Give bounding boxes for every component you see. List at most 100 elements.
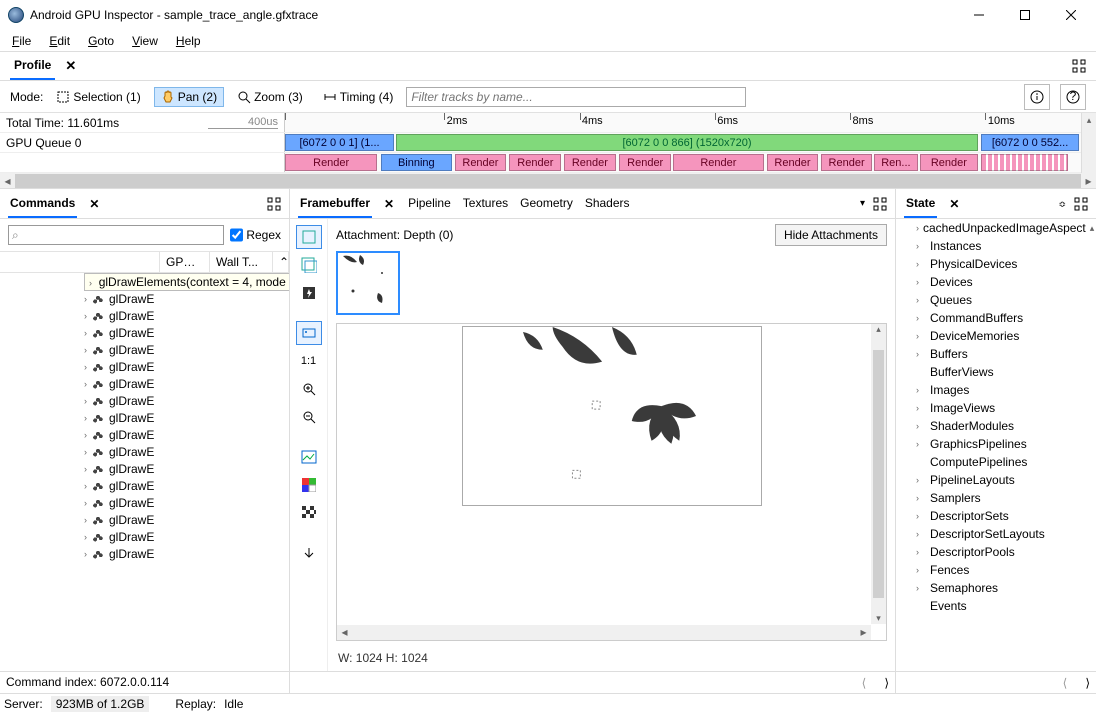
tool-rect[interactable] xyxy=(296,225,322,249)
menu-file[interactable]: File xyxy=(4,32,39,50)
prev-icon[interactable]: ⟨ xyxy=(1063,676,1068,690)
tool-fit[interactable] xyxy=(296,321,322,345)
fullscreen-icon[interactable] xyxy=(1072,59,1086,73)
render-segment[interactable]: Render xyxy=(821,154,873,171)
tab-profile-close[interactable]: ✕ xyxy=(65,58,76,74)
tool-flash[interactable] xyxy=(296,281,322,305)
command-row[interactable]: ›glDrawE xyxy=(0,290,289,307)
tool-checker[interactable] xyxy=(296,501,322,525)
queue-segment[interactable]: [6072 0 0 866] (1520x720) xyxy=(396,134,977,151)
state-node[interactable]: ›cachedUnpackedImageAspect▴ xyxy=(896,219,1096,237)
fullscreen-icon[interactable] xyxy=(873,197,887,211)
command-row[interactable]: ›glDrawE xyxy=(0,494,289,511)
regex-checkbox[interactable]: Regex xyxy=(230,225,281,245)
binning-segment[interactable]: Binning xyxy=(381,154,453,171)
fullscreen-icon[interactable] xyxy=(1074,197,1088,211)
menu-edit[interactable]: Edit xyxy=(41,32,78,50)
state-tree[interactable]: ›cachedUnpackedImageAspect▴›Instances›Ph… xyxy=(896,219,1096,671)
chevron-updown-icon[interactable]: ≎ xyxy=(1058,199,1066,209)
command-row[interactable]: ›glDrawE xyxy=(0,545,289,562)
minimize-button[interactable] xyxy=(956,0,1002,30)
render-segment[interactable]: Render xyxy=(619,154,671,171)
tab-framebuffer[interactable]: Framebuffer xyxy=(298,190,372,218)
tool-image[interactable] xyxy=(296,445,322,469)
render-segment[interactable]: Render xyxy=(285,154,377,171)
state-node[interactable]: ›Fences xyxy=(896,561,1096,579)
tool-channels[interactable] xyxy=(296,473,322,497)
state-node[interactable]: ›GraphicsPipelines xyxy=(896,435,1096,453)
hide-attachments-button[interactable]: Hide Attachments xyxy=(775,224,887,246)
canvas-hscroll[interactable]: ◂▸ xyxy=(337,625,871,640)
command-row[interactable]: ›glDrawE xyxy=(0,477,289,494)
canvas-vscroll[interactable]: ▴▾ xyxy=(871,324,886,624)
state-node[interactable]: ›Buffers xyxy=(896,345,1096,363)
attachment-thumb[interactable] xyxy=(336,251,400,315)
queue-segment[interactable]: [6072 0 0 552... xyxy=(981,134,1080,151)
state-node[interactable]: ›DescriptorSetLayouts xyxy=(896,525,1096,543)
commands-tab[interactable]: Commands xyxy=(8,190,77,218)
state-node[interactable]: ›PipelineLayouts xyxy=(896,471,1096,489)
next-icon[interactable]: ⟩ xyxy=(884,676,889,690)
queue-segment[interactable]: [6072 0 0 1] (1... xyxy=(285,134,394,151)
tool-oneone[interactable]: 1:1 xyxy=(296,349,322,373)
close-button[interactable] xyxy=(1048,0,1094,30)
fullscreen-icon[interactable] xyxy=(267,197,281,211)
tool-zoomin[interactable] xyxy=(296,377,322,401)
tool-download[interactable] xyxy=(296,541,322,565)
command-row[interactable]: ›glDrawE xyxy=(0,341,289,358)
mode-selection[interactable]: Selection (1) xyxy=(49,87,147,107)
command-row[interactable]: ›glDrawE xyxy=(0,426,289,443)
framebuffer-canvas[interactable]: ▴▾ ◂▸ xyxy=(336,323,887,641)
state-node[interactable]: ›ShaderModules xyxy=(896,417,1096,435)
commands-list[interactable]: › glDrawElements(context = 4, mode = GL_… xyxy=(0,273,289,671)
tab-shaders[interactable]: Shaders xyxy=(583,190,632,218)
state-node[interactable]: Events xyxy=(896,597,1096,615)
command-row[interactable]: ›glDrawE xyxy=(0,409,289,426)
state-node[interactable]: ›Devices xyxy=(896,273,1096,291)
next-icon[interactable]: ⟩ xyxy=(1085,676,1090,690)
state-node[interactable]: ›CommandBuffers xyxy=(896,309,1096,327)
sort-icon[interactable]: ⌃ xyxy=(273,252,289,272)
state-node[interactable]: ›DeviceMemories xyxy=(896,327,1096,345)
state-node[interactable]: ComputePipelines xyxy=(896,453,1096,471)
command-row[interactable]: ›glDrawE xyxy=(0,307,289,324)
state-node[interactable]: ›PhysicalDevices xyxy=(896,255,1096,273)
command-row[interactable]: ›glDrawE xyxy=(0,358,289,375)
tab-geometry[interactable]: Geometry xyxy=(518,190,575,218)
state-close[interactable]: ✕ xyxy=(949,197,959,211)
menu-help[interactable]: Help xyxy=(168,32,209,50)
render-segment[interactable]: Render xyxy=(564,154,617,171)
timeline-vscroll[interactable]: ▴ xyxy=(1081,113,1096,173)
info-button[interactable] xyxy=(1024,84,1050,110)
command-row[interactable]: ›glDrawE xyxy=(0,511,289,528)
tab-pipeline[interactable]: Pipeline xyxy=(406,190,453,218)
state-node[interactable]: ›Images xyxy=(896,381,1096,399)
command-row[interactable]: ›glDrawE xyxy=(0,460,289,477)
render-segment[interactable]: Ren... xyxy=(874,154,918,171)
state-node[interactable]: ›DescriptorSets xyxy=(896,507,1096,525)
state-node[interactable]: ›Samplers xyxy=(896,489,1096,507)
framebuffer-close[interactable]: ✕ xyxy=(384,197,394,211)
state-node[interactable]: ›DescriptorPools xyxy=(896,543,1096,561)
state-node[interactable]: ›Semaphores xyxy=(896,579,1096,597)
command-row[interactable]: ›glDrawE xyxy=(0,528,289,545)
col-wall[interactable]: Wall T... xyxy=(210,252,273,272)
tab-textures[interactable]: Textures xyxy=(461,190,510,218)
menu-goto[interactable]: Goto xyxy=(80,32,122,50)
tab-profile[interactable]: Profile xyxy=(10,52,55,80)
state-node[interactable]: ›Queues xyxy=(896,291,1096,309)
command-row[interactable]: ›glDrawE xyxy=(0,443,289,460)
command-row[interactable]: ›glDrawE xyxy=(0,392,289,409)
command-row[interactable]: ›glDrawE xyxy=(0,324,289,341)
menu-view[interactable]: View xyxy=(124,32,166,50)
filter-tracks-input[interactable] xyxy=(406,87,746,107)
command-row[interactable]: ›glDrawE xyxy=(0,375,289,392)
render-stripe[interactable] xyxy=(981,154,1069,171)
mode-pan[interactable]: Pan (2) xyxy=(154,87,224,107)
render-segment[interactable]: Render xyxy=(920,154,977,171)
chevron-down-icon[interactable]: ▾ xyxy=(860,199,865,209)
time-ruler[interactable]: 2ms 4ms 6ms 8ms 10ms xyxy=(285,113,1081,132)
state-node[interactable]: BufferViews xyxy=(896,363,1096,381)
commands-search[interactable] xyxy=(8,225,224,245)
prev-icon[interactable]: ⟨ xyxy=(862,676,867,690)
